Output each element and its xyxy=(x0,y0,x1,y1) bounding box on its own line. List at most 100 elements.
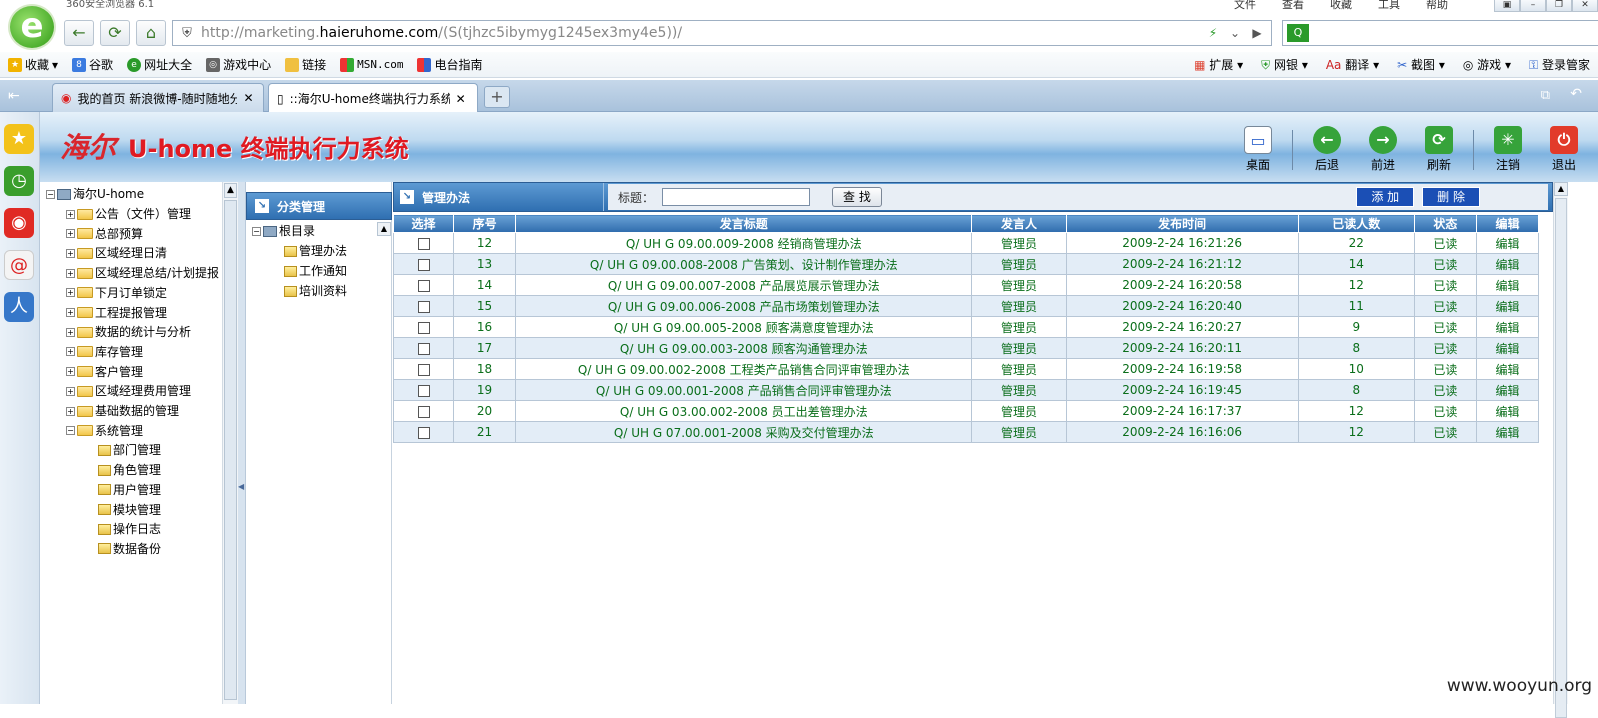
category-item-notice[interactable]: 工作通知 xyxy=(284,263,347,279)
column-header[interactable]: 发言人 xyxy=(972,215,1066,233)
menu-favorites[interactable]: 收藏 xyxy=(1330,0,1352,12)
home-icon[interactable]: ⌂ xyxy=(136,20,166,46)
row-checkbox[interactable] xyxy=(418,238,430,250)
expand-icon[interactable]: + xyxy=(66,387,75,396)
sidebar-toggle-icon[interactable]: ⇤ xyxy=(8,88,20,104)
table-row[interactable]: 21Q/ UH G 07.00.001-2008 采购及交付管理办法管理员200… xyxy=(394,422,1539,443)
scroll-up-icon[interactable]: ▲ xyxy=(224,183,237,198)
table-row[interactable]: 20Q/ UH G 03.00.002-2008 员工出差管理办法管理员2009… xyxy=(394,401,1539,422)
scroll-up-icon[interactable]: ▲ xyxy=(1554,182,1568,196)
row-checkbox[interactable] xyxy=(418,427,430,439)
category-item-training[interactable]: 培训资料 xyxy=(284,283,347,299)
row-title[interactable]: Q/ UH G 09.00.008-2008 广告策划、设计制作管理办法 xyxy=(516,254,972,275)
expand-icon[interactable]: + xyxy=(66,328,75,337)
row-title[interactable]: Q/ UH G 09.00.006-2008 产品市场策划管理办法 xyxy=(516,296,972,317)
expand-icon[interactable]: + xyxy=(66,229,75,238)
forward-button[interactable]: →前进 xyxy=(1357,126,1409,174)
row-checkbox[interactable] xyxy=(418,280,430,292)
category-item-rules[interactable]: 管理办法 xyxy=(284,243,347,259)
row-title[interactable]: Q/ UH G 09.00.007-2008 产品展览展示管理办法 xyxy=(516,275,972,296)
close-icon[interactable]: ✕ xyxy=(456,92,466,106)
collapse-icon[interactable]: − xyxy=(66,426,75,435)
tree-root[interactable]: −海尔U-home xyxy=(46,186,144,202)
refresh-icon[interactable]: ⟳ xyxy=(100,20,130,46)
table-row[interactable]: 19Q/ UH G 09.00.001-2008 产品销售合同评审管理办法管理员… xyxy=(394,380,1539,401)
tree-item[interactable]: +基础数据的管理 xyxy=(66,403,179,419)
category-root[interactable]: −根目录 xyxy=(252,223,315,239)
ext-extensions[interactable]: ▦ 扩展 ▾ xyxy=(1194,56,1243,73)
tree-item[interactable]: +数据的统计与分析 xyxy=(66,324,191,340)
column-header[interactable]: 已读人数 xyxy=(1298,215,1414,233)
row-title[interactable]: Q/ UH G 09.00.009-2008 经销商管理办法 xyxy=(516,233,972,254)
search-box[interactable]: Q ⌕ xyxy=(1282,20,1598,46)
row-edit-link[interactable]: 编辑 xyxy=(1476,317,1538,338)
expand-icon[interactable]: + xyxy=(66,407,75,416)
back-button[interactable]: ←后退 xyxy=(1301,126,1353,174)
pane-splitter[interactable]: ◀ xyxy=(238,182,246,704)
collapse-arrow-icon[interactable]: ◀ xyxy=(238,482,244,491)
feiq-icon[interactable]: 人 xyxy=(4,292,34,322)
new-tab-button[interactable]: + xyxy=(484,86,510,108)
tree-child-item[interactable]: 角色管理 xyxy=(98,462,161,478)
ext-games[interactable]: ◎ 游戏 ▾ xyxy=(1463,56,1511,73)
table-row[interactable]: 18Q/ UH G 09.00.002-2008 工程类产品销售合同评审管理办法… xyxy=(394,359,1539,380)
go-arrow-icon[interactable]: ▶ xyxy=(1247,26,1267,40)
row-title[interactable]: Q/ UH G 07.00.001-2008 采购及交付管理办法 xyxy=(516,422,972,443)
row-checkbox[interactable] xyxy=(418,301,430,313)
favorites-star-icon[interactable]: ★ xyxy=(4,124,34,154)
column-header[interactable]: 编辑 xyxy=(1476,215,1538,233)
row-edit-link[interactable]: 编辑 xyxy=(1476,275,1538,296)
skin-button[interactable]: ▣ xyxy=(1494,0,1520,12)
tree-item[interactable]: +区域经理日清 xyxy=(66,245,167,261)
expand-icon[interactable]: + xyxy=(66,288,75,297)
search-engine-icon[interactable]: Q xyxy=(1287,24,1309,42)
row-checkbox[interactable] xyxy=(418,259,430,271)
tree-child-item[interactable]: 模块管理 xyxy=(98,502,161,518)
ext-screenshot[interactable]: ✂ 截图 ▾ xyxy=(1397,56,1445,73)
expand-icon[interactable]: + xyxy=(66,210,75,219)
tree-scrollbar[interactable]: ▲ xyxy=(222,182,238,704)
row-checkbox[interactable] xyxy=(418,406,430,418)
tree-item[interactable]: +区域经理总结/计划提报 xyxy=(66,265,219,281)
menu-file[interactable]: 文件 xyxy=(1234,0,1256,12)
bookmark-radio[interactable]: 电台指南 xyxy=(417,56,482,73)
ext-login[interactable]: ⚿ 登录管家 xyxy=(1529,56,1590,73)
table-row[interactable]: 16Q/ UH G 09.00.005-2008 顾客满意度管理办法管理员200… xyxy=(394,317,1539,338)
tree-item[interactable]: +工程提报管理 xyxy=(66,305,167,321)
row-title[interactable]: Q/ UH G 09.00.003-2008 顾客沟通管理办法 xyxy=(516,338,972,359)
row-edit-link[interactable]: 编辑 xyxy=(1476,359,1538,380)
row-checkbox[interactable] xyxy=(418,385,430,397)
tab-list-icon[interactable]: ⧉ xyxy=(1541,88,1550,103)
tree-child-item[interactable]: 数据备份 xyxy=(98,541,161,557)
row-title[interactable]: Q/ UH G 09.00.005-2008 顾客满意度管理办法 xyxy=(516,317,972,338)
bookmark-google[interactable]: 8谷歌 xyxy=(72,56,113,73)
row-title[interactable]: Q/ UH G 09.00.002-2008 工程类产品销售合同评审管理办法 xyxy=(516,359,972,380)
column-header[interactable]: 状态 xyxy=(1414,215,1476,233)
delete-button[interactable]: 删 除 xyxy=(1422,187,1480,207)
lightning-icon[interactable]: ⚡ xyxy=(1203,26,1223,40)
row-checkbox[interactable] xyxy=(418,322,430,334)
menu-tools[interactable]: 工具 xyxy=(1378,0,1400,12)
close-icon[interactable]: ✕ xyxy=(243,91,253,105)
history-clock-icon[interactable]: ◷ xyxy=(4,166,34,196)
tree-child-item[interactable]: 用户管理 xyxy=(98,482,161,498)
bookmark-sites[interactable]: e网址大全 xyxy=(127,56,192,73)
chevron-down-icon[interactable]: ⌄ xyxy=(1225,26,1245,40)
tree-item[interactable]: +下月订单锁定 xyxy=(66,285,167,301)
row-edit-link[interactable]: 编辑 xyxy=(1476,233,1538,254)
tree-child-item[interactable]: 部门管理 xyxy=(98,442,161,458)
tree-item[interactable]: +库存管理 xyxy=(66,344,143,360)
bookmark-favorites[interactable]: ★收藏 ▾ xyxy=(8,56,58,73)
tree-item[interactable]: −系统管理 xyxy=(66,423,143,439)
bookmark-games[interactable]: ◎游戏中心 xyxy=(206,56,271,73)
table-row[interactable]: 17Q/ UH G 09.00.003-2008 顾客沟通管理办法管理员2009… xyxy=(394,338,1539,359)
table-row[interactable]: 12Q/ UH G 09.00.009-2008 经销商管理办法管理员2009-… xyxy=(394,233,1539,254)
logout-button[interactable]: ✳注销 xyxy=(1482,126,1534,174)
tab-haier[interactable]: ▯ ::海尔U-home终端执行力系统:: ✕ xyxy=(268,83,478,113)
back-arrow-icon[interactable]: ← xyxy=(64,20,94,46)
address-url[interactable]: http://marketing.haieruhome.com/(S(tjhzc… xyxy=(201,25,1203,41)
column-header[interactable]: 发布时间 xyxy=(1066,215,1298,233)
row-checkbox[interactable] xyxy=(418,343,430,355)
search-button[interactable]: 查 找 xyxy=(832,187,882,207)
expand-icon[interactable]: + xyxy=(66,347,75,356)
